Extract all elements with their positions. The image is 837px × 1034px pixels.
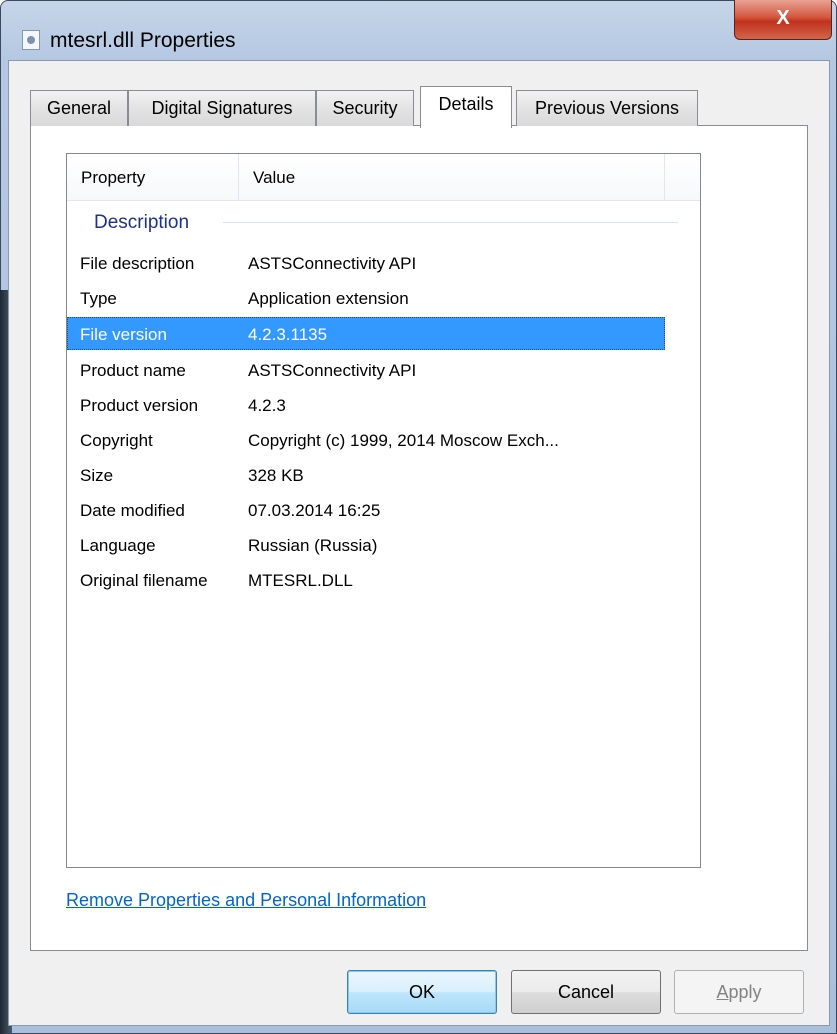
property-name: Language (80, 536, 156, 555)
property-value: Application extension (248, 289, 409, 308)
list-row[interactable]: Type Application extension (67, 282, 700, 315)
tab-security[interactable]: Security (316, 90, 414, 126)
title-bar[interactable]: mtesrl.dll Properties (0, 0, 837, 60)
list-row[interactable]: Product name ASTSConnectivity API (67, 354, 700, 387)
property-name: Original filename (80, 571, 208, 590)
details-list[interactable]: Property Value Description File descript… (66, 153, 701, 868)
property-name: Product name (80, 361, 186, 380)
list-row[interactable]: Product version 4.2.3 (67, 389, 700, 422)
tab-previous-versions[interactable]: Previous Versions (516, 90, 698, 126)
window-title: mtesrl.dll Properties (50, 29, 236, 52)
apply-access-key: A (716, 982, 729, 1002)
property-value: 07.03.2014 16:25 (248, 501, 381, 520)
remove-properties-link[interactable]: Remove Properties and Personal Informati… (66, 890, 426, 911)
cancel-button[interactable]: Cancel (511, 970, 661, 1014)
list-row[interactable]: Size 328 KB (67, 459, 700, 492)
property-name: Type (80, 289, 117, 308)
group-divider (223, 222, 678, 223)
list-row-selected[interactable]: File version 4.2.3.1135 (67, 317, 665, 350)
list-row[interactable]: Language Russian (Russia) (67, 529, 700, 562)
group-label-description: Description (94, 208, 198, 238)
list-row[interactable]: Date modified 07.03.2014 16:25 (67, 494, 700, 527)
property-value: MTESRL.DLL (248, 571, 353, 590)
column-header-value[interactable]: Value (239, 154, 665, 200)
ok-button[interactable]: OK (347, 970, 497, 1014)
tab-details[interactable]: Details (420, 86, 512, 128)
close-button[interactable]: X (734, 0, 832, 40)
apply-label-rest: pply (728, 982, 762, 1002)
apply-button[interactable]: Apply (674, 970, 804, 1014)
tab-general[interactable]: General (30, 90, 128, 126)
property-name: File version (80, 325, 167, 344)
property-name: Copyright (80, 431, 153, 450)
property-name: Date modified (80, 501, 185, 520)
property-name: Size (80, 466, 114, 485)
property-value: ASTSConnectivity API (248, 254, 417, 273)
property-value: Russian (Russia) (248, 536, 378, 555)
column-header-filler (665, 154, 700, 200)
property-name: Product version (80, 396, 199, 415)
property-value: 4.2.3 (248, 396, 286, 415)
list-row[interactable]: Original filename MTESRL.DLL (67, 564, 700, 597)
property-value: ASTSConnectivity API (248, 361, 417, 380)
property-name: File description (80, 254, 195, 273)
property-value: 328 KB (248, 466, 304, 485)
property-value: Copyright (c) 1999, 2014 Moscow Exch... (248, 431, 559, 450)
list-row[interactable]: File description ASTSConnectivity API (67, 247, 700, 280)
group-header[interactable]: Description (67, 208, 700, 238)
file-icon (22, 30, 40, 50)
column-header-property[interactable]: Property (67, 154, 239, 200)
tab-digital-signatures[interactable]: Digital Signatures (128, 90, 316, 126)
list-header: Property Value (67, 154, 700, 201)
list-row[interactable]: Copyright Copyright (c) 1999, 2014 Mosco… (67, 424, 700, 457)
property-value: 4.2.3.1135 (248, 325, 328, 344)
